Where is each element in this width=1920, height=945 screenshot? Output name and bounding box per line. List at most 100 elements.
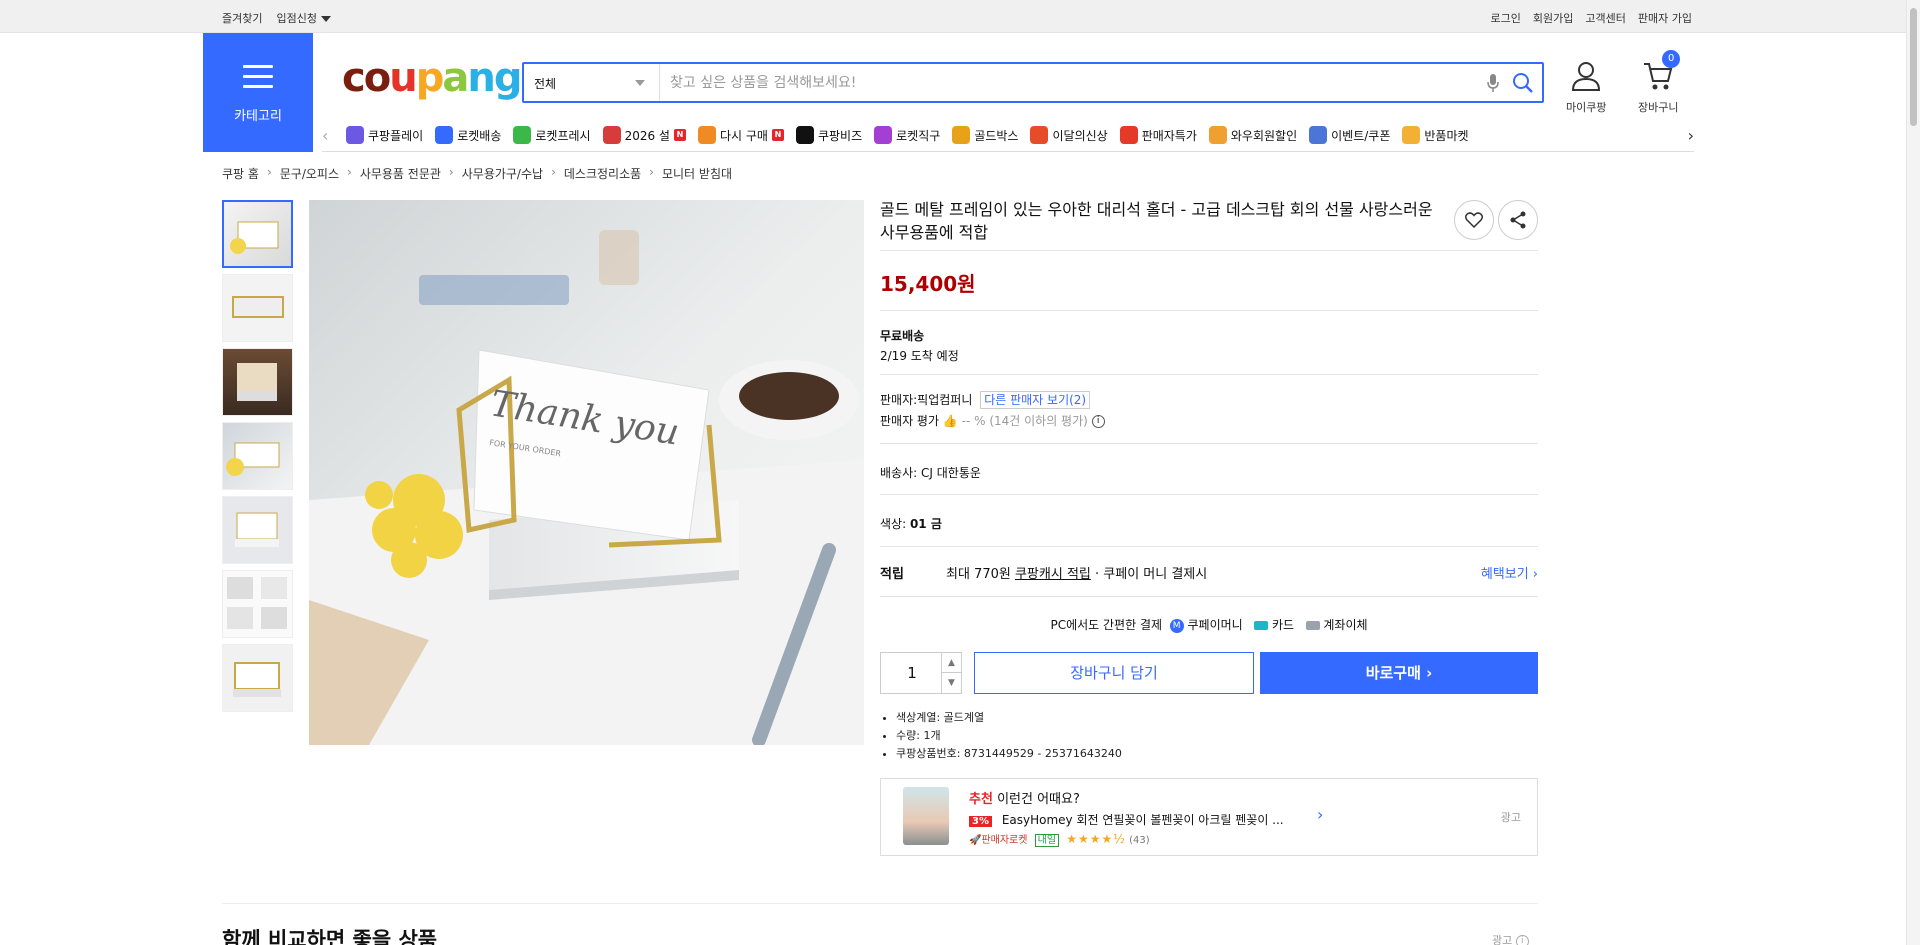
shortcut-label: 골드박스 bbox=[974, 128, 1019, 143]
breadcrumb-item[interactable]: 문구/오피스 bbox=[280, 165, 339, 182]
rocket-fresh-icon bbox=[513, 126, 532, 144]
login-link[interactable]: 로그인 bbox=[1491, 10, 1521, 26]
shortcut-item[interactable]: 반품마켓 bbox=[1402, 126, 1469, 144]
goldbox-icon bbox=[952, 126, 971, 144]
shortcut-item[interactable]: 이달의신상 bbox=[1030, 126, 1108, 144]
quantity-value[interactable]: 1 bbox=[881, 653, 943, 693]
percent-icon bbox=[1119, 126, 1138, 144]
product-main-image[interactable]: Thank you FOR YOUR ORDER bbox=[309, 200, 864, 745]
shortcut-item[interactable]: 쿠팡비즈 bbox=[795, 126, 862, 144]
breadcrumb-item[interactable]: 사무용가구/수납 bbox=[462, 165, 543, 182]
chevron-right-icon[interactable]: › bbox=[1317, 805, 1323, 824]
page-scrollbar[interactable] bbox=[1906, 0, 1920, 945]
divider bbox=[880, 546, 1538, 547]
breadcrumb-item[interactable]: 모니터 받침대 bbox=[662, 165, 732, 182]
quantity-decrease-icon[interactable]: ▼ bbox=[941, 673, 961, 693]
shortcut-item[interactable]: 로켓직구 bbox=[874, 126, 940, 144]
shortcut-item[interactable]: 이벤트/쿠폰 bbox=[1309, 126, 1390, 144]
search-icon[interactable] bbox=[1512, 72, 1534, 97]
thumbnail[interactable] bbox=[222, 274, 293, 342]
breadcrumb-item[interactable]: 데스크정리소품 bbox=[564, 165, 641, 182]
star-rating: ★★★★½ bbox=[1066, 832, 1126, 846]
shortcut-label: 반품마켓 bbox=[1424, 128, 1469, 143]
shortcut-item[interactable]: 로켓배송 bbox=[435, 126, 501, 144]
coupang-logo[interactable]: coupang bbox=[342, 58, 522, 98]
thumbnail[interactable] bbox=[222, 348, 293, 416]
thumbnail[interactable] bbox=[222, 496, 293, 564]
attribute-item: 쿠팡상품번호: 8731449529 - 25371643240 bbox=[896, 745, 1122, 763]
buy-now-button[interactable]: 바로구매 › bbox=[1260, 652, 1538, 694]
thumbnail[interactable] bbox=[222, 570, 293, 638]
my-coupang-button[interactable]: 마이쿠팡 bbox=[1566, 60, 1606, 115]
microphone-icon[interactable] bbox=[1486, 73, 1500, 96]
ad-label-text: 광고 bbox=[1492, 934, 1513, 945]
seller-signup-link[interactable]: 판매자 가입 bbox=[1638, 10, 1692, 26]
breadcrumb-item[interactable]: 사무용품 전문관 bbox=[360, 165, 441, 182]
search-input[interactable] bbox=[670, 70, 1470, 96]
coupang-cash-link[interactable]: 쿠팡캐시 적립 bbox=[1015, 567, 1091, 582]
search-category-select[interactable]: 전체 bbox=[524, 64, 660, 101]
chevron-right-icon: › bbox=[1426, 664, 1433, 682]
delivery-tag: 내일 bbox=[1034, 834, 1060, 847]
shortcut-item[interactable]: 골드박스 bbox=[952, 126, 1018, 144]
add-to-cart-button[interactable]: 장바구니 담기 bbox=[974, 652, 1254, 694]
global-rocket-icon bbox=[874, 126, 893, 144]
shortcut-item[interactable]: 쿠팡플레이 bbox=[346, 126, 423, 144]
shortcut-item[interactable]: 다시 구매 N bbox=[697, 126, 784, 144]
cart-button[interactable]: 0 장바구니 bbox=[1638, 50, 1681, 115]
chevron-left-icon[interactable]: ‹ bbox=[322, 126, 328, 145]
shortcut-item[interactable]: 2026 설N bbox=[602, 126, 686, 144]
bank-transfer-icon bbox=[1305, 621, 1320, 630]
signup-link[interactable]: 회원가입 bbox=[1533, 10, 1573, 26]
scrollbar-thumb[interactable] bbox=[1910, 8, 1917, 126]
info-icon[interactable]: i bbox=[1515, 934, 1529, 945]
recommendation-product[interactable]: 3% EasyHomey 회전 연필꽂이 볼펜꽂이 아크릴 펜꽂이 ... bbox=[969, 811, 1284, 828]
thumbnail[interactable] bbox=[222, 422, 293, 490]
play-icon bbox=[346, 126, 364, 144]
thumbnail-list bbox=[222, 200, 293, 718]
shortcut-label: 이벤트/쿠폰 bbox=[1331, 128, 1391, 143]
breadcrumb-item[interactable]: 쿠팡 홈 bbox=[222, 165, 259, 182]
seller-name[interactable]: 픽업컴퍼니 bbox=[917, 393, 972, 407]
other-seller-link[interactable]: 다른 판매자 보기(2) bbox=[980, 391, 1091, 409]
wow-icon bbox=[1208, 126, 1227, 144]
seller-apply-link[interactable]: 입점신청 bbox=[276, 10, 331, 26]
chevron-right-icon: › bbox=[1532, 567, 1538, 582]
recommendation-image[interactable] bbox=[903, 787, 949, 845]
seller-rocket-label: 판매자로켓 bbox=[981, 835, 1028, 846]
share-icon bbox=[1510, 211, 1526, 229]
recommendation-heading-text: 이런건 어때요? bbox=[997, 792, 1080, 807]
seller-label: 판매자: bbox=[880, 393, 918, 407]
favorites-link[interactable]: 즐겨찾기 bbox=[222, 10, 262, 26]
shortcut-item[interactable]: 와우회원할인 bbox=[1208, 126, 1297, 144]
thumbnail[interactable] bbox=[222, 644, 293, 712]
info-icon[interactable]: i bbox=[1091, 415, 1105, 428]
seller-rating-value: -- % (14건 이하의 평가) bbox=[961, 414, 1088, 428]
breadcrumb-separator-icon: › bbox=[551, 165, 556, 179]
pay-method-card: 카드 bbox=[1271, 618, 1295, 632]
breadcrumb-separator-icon: › bbox=[347, 165, 352, 179]
shortcut-item[interactable]: 판매자특가 bbox=[1119, 126, 1197, 144]
recommendation-meta: 🚀판매자로켓 내일 ★★★★½ (43) bbox=[969, 831, 1150, 847]
shortcut-label: 로켓프레시 bbox=[535, 128, 591, 143]
benefit-link[interactable]: 혜택보기 › bbox=[1481, 563, 1538, 582]
customer-center-link[interactable]: 고객센터 bbox=[1585, 10, 1625, 26]
quantity-increase-icon[interactable]: ▲ bbox=[941, 653, 961, 673]
shortcut-item[interactable]: 로켓프레시 bbox=[513, 126, 591, 144]
review-count: (43) bbox=[1129, 835, 1150, 846]
hamburger-icon bbox=[243, 65, 273, 89]
recommendation-card[interactable]: 추천 이런건 어때요? 3% EasyHomey 회전 연필꽂이 볼펜꽂이 아크… bbox=[880, 778, 1538, 856]
rocket-icon bbox=[435, 126, 454, 144]
thumbnail[interactable] bbox=[222, 200, 293, 268]
divider bbox=[880, 443, 1538, 444]
shortcut-label: 이달의신상 bbox=[1052, 128, 1108, 143]
search-category-value: 전체 bbox=[534, 77, 557, 91]
wishlist-button[interactable] bbox=[1454, 200, 1494, 240]
share-button[interactable] bbox=[1498, 200, 1538, 240]
chevron-right-icon[interactable]: › bbox=[1688, 126, 1694, 145]
category-button[interactable]: 카테고리 bbox=[203, 33, 313, 152]
courier-row: 배송사: CJ 대한통운 bbox=[880, 464, 981, 481]
heart-icon bbox=[1465, 212, 1483, 228]
breadcrumb-separator-icon: › bbox=[649, 165, 654, 179]
quantity-stepper[interactable]: 1 ▲ ▼ bbox=[880, 652, 962, 694]
